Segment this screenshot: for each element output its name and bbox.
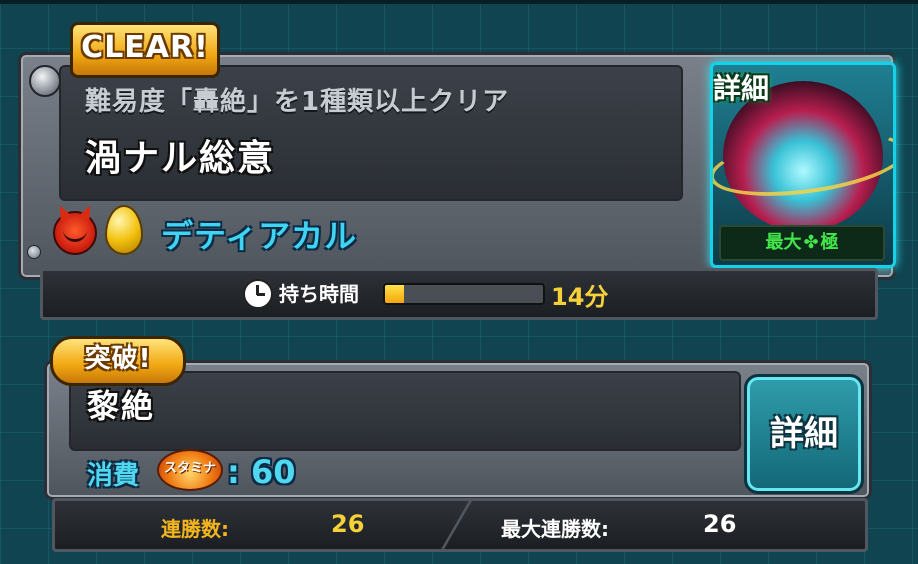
quest-name: 渦ナル総意 [85,138,276,179]
stats-divider [441,501,472,549]
breakthrough-name: 黎絶 [87,387,156,425]
clear-badge: CLEAR! [70,22,220,78]
stamina-icon: スタミナ [157,449,223,491]
golden-egg-icon [105,205,143,255]
win-streak-label: 連勝数: [161,517,229,541]
clover-icon: ✤ [803,232,819,253]
max-win-streak-value: 26 [703,510,737,538]
stamina-cost-label: 消費 [87,461,140,491]
thumbnail-detail-label: 詳細 [713,72,770,105]
max-grade-strip: 最大 ✤ 極 [719,225,885,261]
rivet-small-icon [27,245,41,259]
rivet-icon [29,65,61,97]
stamina-cost-value: : 60 [227,453,296,491]
detail-button[interactable]: 詳細 [744,374,864,494]
devil-face-icon [53,211,97,255]
breakthrough-badge: 突破! [50,336,186,386]
time-limit-bar: 持ち時間 14分 [40,268,878,320]
quest-condition: 難易度「轟絶」を1種類以上クリア [85,87,510,117]
time-gauge [383,283,545,305]
grade-suffix: 極 [820,232,839,253]
win-streak-bar: 連勝数: 26 最大連勝数: 26 [52,498,868,552]
max-win-streak-label: 最大連勝数: [501,517,609,541]
monster-name: デティアカル [161,217,358,255]
grade-prefix: 最大 [765,232,802,253]
clock-icon [243,279,273,309]
time-limit-value: 14分 [551,283,609,311]
top-border [0,0,918,4]
time-limit-label: 持ち時間 [279,282,359,306]
time-gauge-fill [385,285,404,303]
quest-detail-thumbnail[interactable]: 詳細 最大 ✤ 極 [710,62,896,268]
win-streak-value: 26 [331,510,365,538]
